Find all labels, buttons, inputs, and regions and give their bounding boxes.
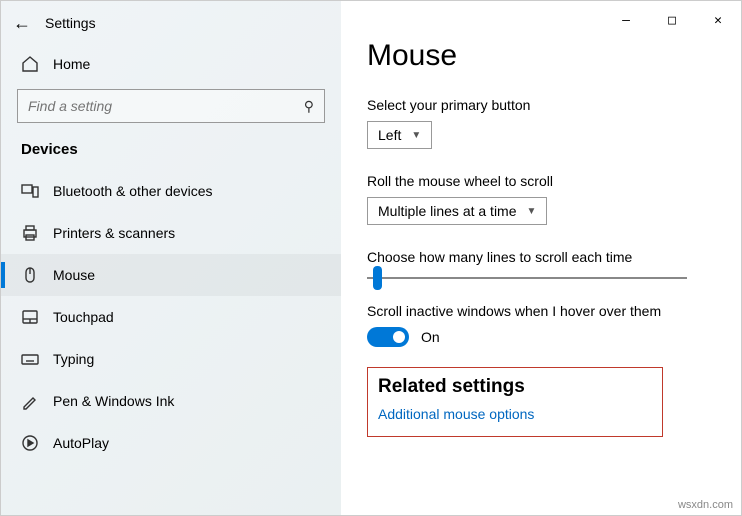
- close-button[interactable]: ✕: [695, 1, 741, 39]
- keyboard-icon: [21, 350, 39, 368]
- nav-home[interactable]: Home: [1, 45, 341, 83]
- app-title: Settings: [45, 15, 96, 31]
- nav-label: AutoPlay: [53, 435, 109, 451]
- scroll-wheel-label: Roll the mouse wheel to scroll: [367, 173, 715, 189]
- home-label: Home: [53, 56, 90, 72]
- watermark: wsxdn.com: [678, 499, 733, 511]
- nav-label: Typing: [53, 351, 94, 367]
- additional-mouse-options-link[interactable]: Additional mouse options: [378, 406, 652, 422]
- devices-icon: [21, 182, 39, 200]
- sidebar-item-touchpad[interactable]: Touchpad: [1, 296, 341, 338]
- lines-label: Choose how many lines to scroll each tim…: [367, 249, 715, 265]
- sidebar-item-autoplay[interactable]: AutoPlay: [1, 422, 341, 464]
- pen-icon: [21, 392, 39, 410]
- scroll-wheel-select[interactable]: Multiple lines at a time ▼: [367, 197, 547, 225]
- search-input[interactable]: [28, 98, 304, 114]
- sidebar-item-pen[interactable]: Pen & Windows Ink: [1, 380, 341, 422]
- hover-label: Scroll inactive windows when I hover ove…: [367, 303, 715, 319]
- nav-label: Touchpad: [53, 309, 114, 325]
- select-value: Left: [378, 127, 401, 143]
- minimize-button[interactable]: ―: [603, 1, 649, 39]
- primary-button-label: Select your primary button: [367, 97, 715, 113]
- slider-thumb[interactable]: [373, 266, 382, 290]
- nav-label: Pen & Windows Ink: [53, 393, 174, 409]
- page-title: Mouse: [367, 39, 715, 73]
- chevron-down-icon: ▼: [527, 206, 537, 217]
- home-icon: [21, 55, 39, 73]
- search-input-wrap[interactable]: ⚲: [17, 89, 325, 123]
- primary-button-select[interactable]: Left ▼: [367, 121, 432, 149]
- hover-toggle[interactable]: [367, 327, 409, 347]
- mouse-icon: [21, 266, 39, 284]
- nav-label: Bluetooth & other devices: [53, 183, 213, 199]
- sidebar-item-printers[interactable]: Printers & scanners: [1, 212, 341, 254]
- autoplay-icon: [21, 434, 39, 452]
- maximize-button[interactable]: □: [649, 1, 695, 39]
- select-value: Multiple lines at a time: [378, 203, 517, 219]
- related-title: Related settings: [378, 376, 652, 398]
- back-button[interactable]: ←: [13, 13, 31, 34]
- chevron-down-icon: ▼: [411, 130, 421, 141]
- sidebar-item-mouse[interactable]: Mouse: [1, 254, 341, 296]
- toggle-state: On: [421, 329, 440, 345]
- nav-label: Mouse: [53, 267, 95, 283]
- related-settings-box: Related settings Additional mouse option…: [367, 367, 663, 437]
- lines-slider[interactable]: [367, 277, 687, 279]
- printer-icon: [21, 224, 39, 242]
- search-icon: ⚲: [304, 98, 314, 115]
- nav-label: Printers & scanners: [53, 225, 175, 241]
- touchpad-icon: [21, 308, 39, 326]
- sidebar-item-typing[interactable]: Typing: [1, 338, 341, 380]
- sidebar-item-bluetooth[interactable]: Bluetooth & other devices: [1, 170, 341, 212]
- section-label: Devices: [1, 141, 341, 170]
